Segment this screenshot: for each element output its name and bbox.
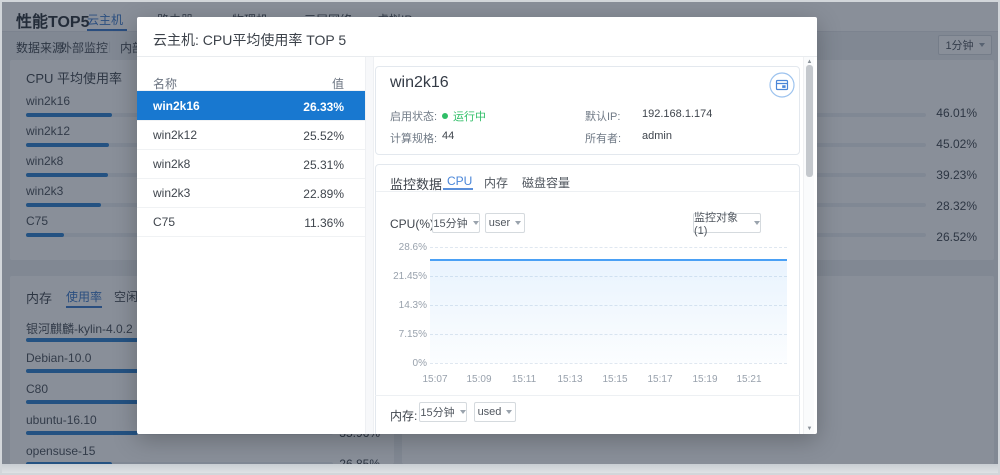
state-label: 启用状态: xyxy=(390,108,437,124)
cpu-chart-line xyxy=(430,259,787,261)
list-item-name: C75 xyxy=(153,215,175,229)
memory-metric-value: used xyxy=(478,406,502,418)
y-tick: 14.3% xyxy=(375,300,427,311)
scroll-down-icon[interactable]: ▼ xyxy=(804,426,815,432)
modal-scrollbar[interactable]: ▲ ▼ xyxy=(803,57,814,434)
cpu-metric-value: user xyxy=(489,217,510,229)
list-item-value: 26.33% xyxy=(254,100,344,114)
cpu-top5-modal: 云主机: CPU平均使用率 TOP 5 × 名称 值 win2k16 26.33… xyxy=(137,17,817,434)
list-separator xyxy=(137,236,365,237)
y-tick: 0% xyxy=(375,358,427,369)
monitor-tab-disk[interactable]: 磁盘容量 xyxy=(522,174,570,191)
y-tick: 7.15% xyxy=(375,329,427,340)
y-tick: 28.6% xyxy=(375,242,427,253)
memory-metric-label: 内存: xyxy=(390,407,417,424)
modal-title: 云主机: CPU平均使用率 TOP 5 xyxy=(153,30,346,50)
list-item-name: win2k8 xyxy=(153,157,190,171)
spec-value: 44 xyxy=(442,130,454,142)
tabs-border xyxy=(376,191,799,192)
list-item-value: 22.89% xyxy=(254,187,344,201)
gridline xyxy=(430,247,787,248)
list-item-name: win2k3 xyxy=(153,186,190,200)
status-dot-icon xyxy=(442,113,448,119)
section-separator xyxy=(375,395,800,396)
console-icon[interactable] xyxy=(769,72,795,98)
cpu-metric-label: CPU(%): xyxy=(390,217,437,231)
list-item-value: 25.52% xyxy=(254,129,344,143)
memory-interval-value: 15分钟 xyxy=(420,404,454,420)
x-tick: 15:15 xyxy=(595,374,635,385)
host-list: 名称 值 win2k16 26.33% win2k12 25.52% win2k… xyxy=(137,57,365,434)
list-item-win2k3[interactable]: win2k3 22.89% xyxy=(137,178,365,207)
list-item-name: win2k12 xyxy=(153,128,197,142)
x-tick: 15:19 xyxy=(685,374,725,385)
chevron-down-icon xyxy=(473,221,479,225)
list-item-name: win2k16 xyxy=(153,99,200,113)
monitor-tab-cpu[interactable]: CPU xyxy=(447,174,472,188)
gridline xyxy=(430,363,787,364)
monitor-tab-memory[interactable]: 内存 xyxy=(484,174,508,191)
monitor-target-dropdown[interactable]: 监控对象 (1) xyxy=(693,213,761,233)
cpu-interval-value: 15分钟 xyxy=(433,215,467,231)
cpu-metric-dropdown[interactable]: user xyxy=(485,213,525,233)
ip-value: 192.168.1.174 xyxy=(642,108,712,120)
list-item-c75[interactable]: C75 11.36% xyxy=(137,207,365,236)
list-divider xyxy=(365,57,374,434)
x-tick: 15:09 xyxy=(459,374,499,385)
cpu-interval-dropdown[interactable]: 15分钟 xyxy=(432,213,480,233)
list-item-win2k16[interactable]: win2k16 26.33% xyxy=(137,91,365,120)
owner-label: 所有者: xyxy=(585,130,621,146)
chevron-down-icon xyxy=(515,221,521,225)
list-item-win2k8[interactable]: win2k8 25.31% xyxy=(137,149,365,178)
app-background: 性能TOP5 云主机 路由器 物理机 三层网络 虚拟IP 数据来源: 外部监控 … xyxy=(2,2,998,464)
memory-interval-dropdown[interactable]: 15分钟 xyxy=(419,402,467,422)
x-tick: 15:17 xyxy=(640,374,680,385)
monitor-target-value: 监控对象 (1) xyxy=(694,209,749,237)
list-item-value: 25.31% xyxy=(254,158,344,172)
screen-frame: 性能TOP5 云主机 路由器 物理机 三层网络 虚拟IP 数据来源: 外部监控 … xyxy=(0,0,1000,475)
window-bottom-edge xyxy=(2,464,998,473)
ip-label: 默认IP: xyxy=(585,108,620,124)
spec-label: 计算规格: xyxy=(390,130,437,146)
host-name-title: win2k16 xyxy=(390,74,449,92)
chevron-down-icon xyxy=(460,410,466,414)
y-tick: 21.45% xyxy=(375,271,427,282)
modal-header: 云主机: CPU平均使用率 TOP 5 × xyxy=(137,17,817,57)
memory-metric-dropdown[interactable]: used xyxy=(474,402,516,422)
chevron-down-icon xyxy=(754,221,760,225)
active-tab-underline xyxy=(443,188,473,190)
owner-value: admin xyxy=(642,130,672,142)
x-tick: 15:11 xyxy=(504,374,544,385)
list-item-win2k12[interactable]: win2k12 25.52% xyxy=(137,120,365,149)
x-tick: 15:07 xyxy=(415,374,455,385)
chevron-down-icon xyxy=(506,410,512,414)
list-item-value: 11.36% xyxy=(254,216,344,230)
cpu-chart-area xyxy=(430,261,787,363)
state-value: 运行中 xyxy=(442,108,486,124)
x-tick: 15:13 xyxy=(550,374,590,385)
x-tick: 15:21 xyxy=(729,374,769,385)
scrollbar-thumb[interactable] xyxy=(806,65,813,177)
